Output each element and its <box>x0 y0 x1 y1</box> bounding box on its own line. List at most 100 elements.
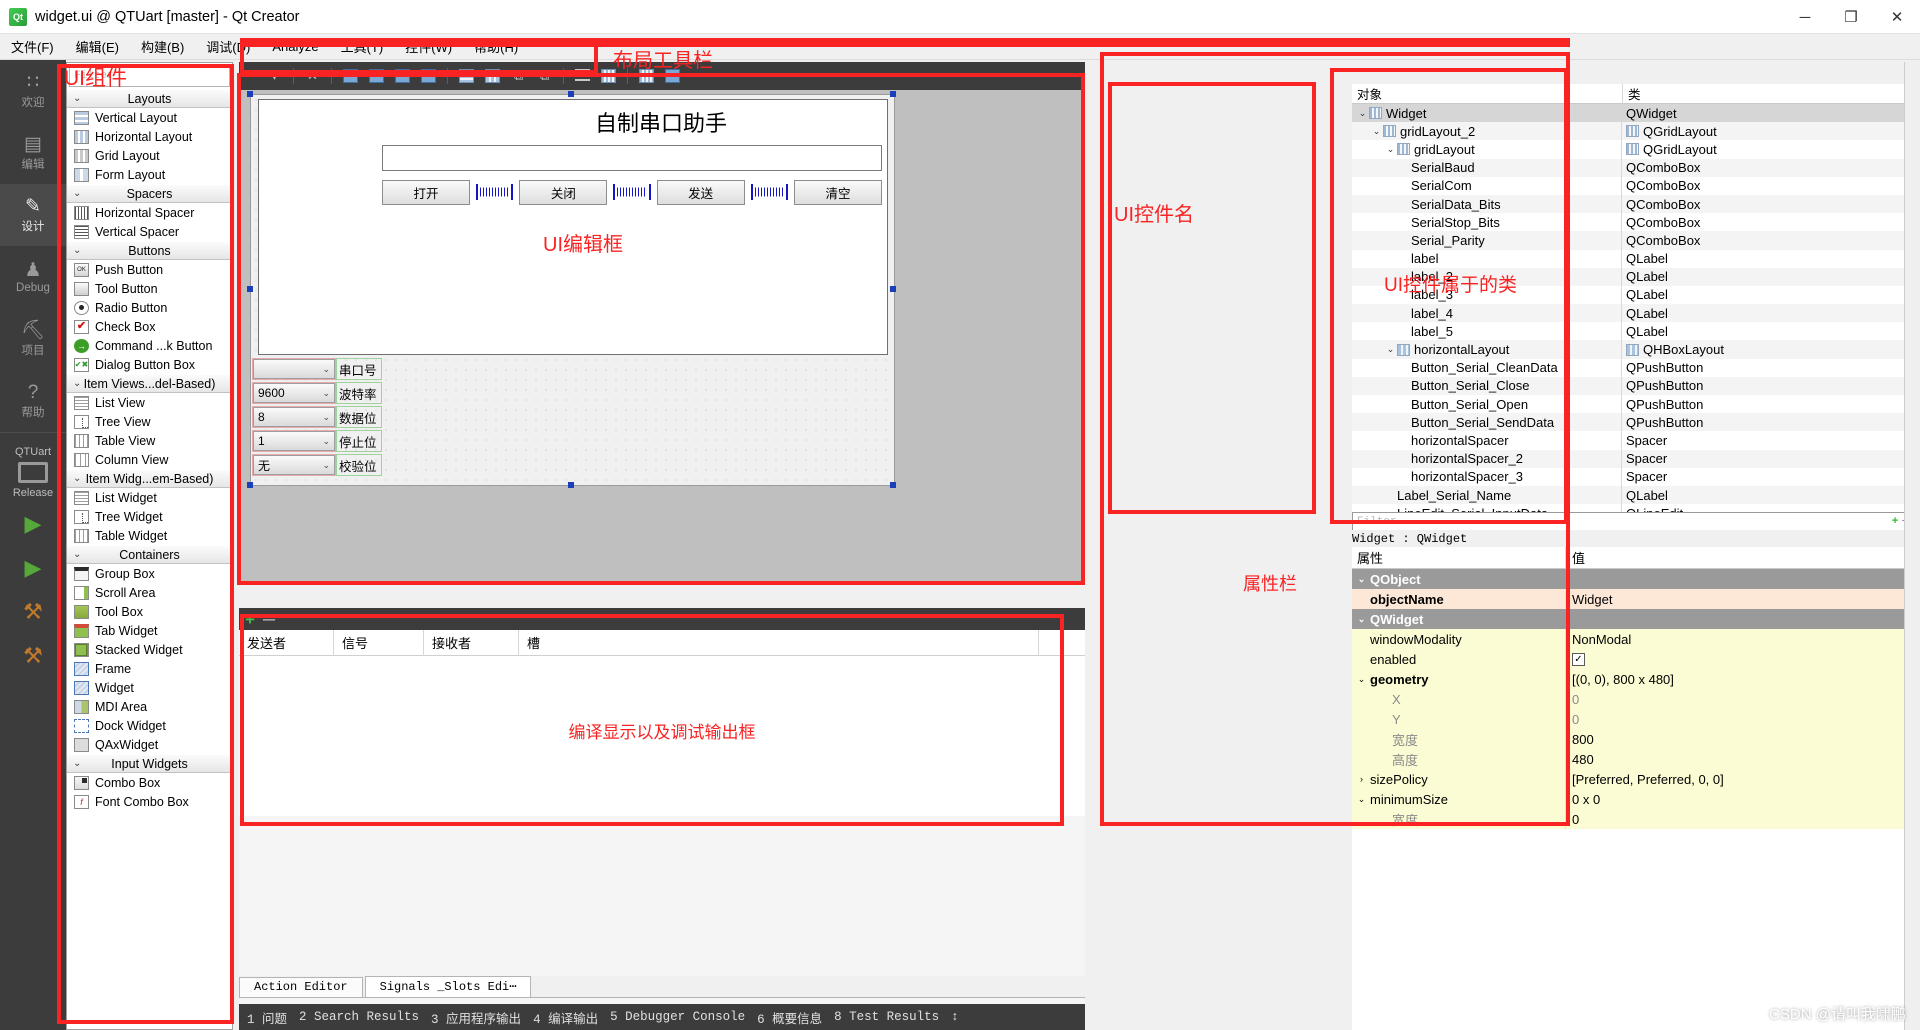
object-row-horizontalSpacer[interactable]: horizontalSpacer <box>1352 431 1621 449</box>
object-row-Label_Serial_Name[interactable]: Label_Serial_Name <box>1352 485 1621 505</box>
widget-item-stacked-widget[interactable]: Stacked Widget <box>67 640 232 659</box>
property-row-高度[interactable]: 高度 480 <box>1352 749 1914 769</box>
object-row-Button_Serial_CleanData[interactable]: Button_Serial_CleanData <box>1352 359 1621 377</box>
form-button-关闭[interactable]: 关闭 <box>519 179 608 205</box>
widget-group-Item Views...del-Based)[interactable]: ⌄ Item Views...del-Based) <box>67 374 232 393</box>
widget-group-Input Widgets[interactable]: ⌄ Input Widgets <box>67 754 232 773</box>
property-row-宽度[interactable]: 宽度 800 <box>1352 729 1914 749</box>
class-row-Button_Serial_SendData[interactable]: QPushButton <box>1622 413 1914 432</box>
widget-group-Item Widg...em-Based)[interactable]: ⌄ Item Widg...em-Based) <box>67 469 232 488</box>
maximize-button[interactable]: ❐ <box>1828 0 1874 34</box>
widget-item-form-layout[interactable]: Form Layout <box>67 165 232 184</box>
enabled-checkbox[interactable]: ✓ <box>1572 652 1585 666</box>
widget-item-dialog-button-box[interactable]: ✔✖ Dialog Button Box <box>67 355 232 374</box>
chevron-icon[interactable]: ⌄ <box>1356 794 1367 805</box>
menu-item-2[interactable]: 构建(B) <box>130 34 195 59</box>
widget-item-vertical-layout[interactable]: Vertical Layout <box>67 108 232 127</box>
object-row-gridLayout[interactable]: ⌄ gridLayout <box>1352 140 1621 158</box>
widget-item-tab-widget[interactable]: Tab Widget <box>67 621 232 640</box>
object-row-label_5[interactable]: label_5 <box>1352 322 1621 340</box>
form-editor-area[interactable]: ⌄ 串口号 9600 ⌄ 波特率 8 ⌄ 数据位 1 ⌄ 停止位无 ⌄ 校验位 自制串口助手 打开 关闭发… <box>239 90 1085 582</box>
property-row-Y[interactable]: Y0 <box>1352 709 1914 729</box>
property-row-windowModality[interactable]: windowModality NonModal <box>1352 629 1914 649</box>
lay-out-vertically-splitter-icon[interactable]: ⧉ <box>533 66 556 87</box>
widget-item-radio-button[interactable]: Radio Button <box>67 298 232 317</box>
form-button-清空[interactable]: 清空 <box>793 179 882 205</box>
class-row-Button_Serial_CleanData[interactable]: QPushButton <box>1622 359 1914 377</box>
menu-item-0[interactable]: 文件(F) <box>0 34 65 59</box>
right-scrollbar[interactable] <box>1904 62 1918 1030</box>
form-button-发送[interactable]: 发送 <box>656 179 745 205</box>
class-row-gridLayout_2[interactable]: QGridLayout <box>1622 122 1914 141</box>
class-row-Serial_Parity[interactable]: QComboBox <box>1622 231 1914 250</box>
class-row-horizontalSpacer[interactable]: Spacer <box>1622 431 1914 449</box>
form-combo-3[interactable]: 1 ⌄ <box>252 430 336 452</box>
mode-Debug[interactable]: ♟ Debug <box>0 246 66 308</box>
object-row-Button_Serial_SendData[interactable]: Button_Serial_SendData <box>1352 413 1621 432</box>
class-row-label[interactable]: QLabel <box>1622 250 1914 268</box>
widget-item-combo-box[interactable]: Combo Box <box>67 773 232 792</box>
signals-column-2[interactable]: 接收者 <box>424 629 519 656</box>
widget-item-dock-widget[interactable]: Dock Widget <box>67 716 232 735</box>
widget-item-tool-button[interactable]: Tool Button <box>67 279 232 298</box>
class-row-label_2[interactable]: QLabel <box>1622 267 1914 286</box>
widget-item-list-view[interactable]: List View <box>67 393 232 412</box>
bottom-tab-1[interactable]: Signals _Slots Edi⋯ <box>364 976 532 997</box>
kit-selector[interactable]: QTUart Release <box>0 432 66 499</box>
widget-item-list-widget[interactable]: List Widget <box>67 488 232 507</box>
object-row-SerialStop_Bits[interactable]: SerialStop_Bits <box>1352 213 1621 231</box>
object-row-gridLayout_2[interactable]: ⌄ gridLayout_2 <box>1352 122 1621 141</box>
property-row-宽度[interactable]: 宽度 0 <box>1352 809 1914 829</box>
run-button[interactable]: ▶ <box>0 502 66 546</box>
signals-column-3[interactable]: 槽 <box>519 629 1039 656</box>
dropdown-icon[interactable]: ▾ <box>263 66 286 87</box>
adjust-size-icon[interactable] <box>391 66 414 87</box>
bottom-panel-tabs[interactable]: Action Editor Signals _Slots Edi⋯ <box>239 976 1085 998</box>
class-row-horizontalSpacer_3[interactable]: Spacer <box>1622 468 1914 486</box>
output-pane-item-1[interactable]: 2 Search Results <box>299 1010 419 1024</box>
class-row-horizontalSpacer_2[interactable]: Spacer <box>1622 449 1914 468</box>
widget-item-column-view[interactable]: Column View <box>67 450 232 469</box>
chevron-down-icon[interactable]: ⌄ <box>1384 344 1397 355</box>
chevron-down-icon[interactable]: ⌄ <box>1356 108 1369 119</box>
output-pane-item-2[interactable]: 3 应用程序输出 <box>431 1008 521 1027</box>
mode-项目[interactable]: ⛏ 项目 <box>0 308 66 370</box>
widget-item-tree-view[interactable]: Tree View <box>67 412 232 431</box>
widget-item-table-view[interactable]: Table View <box>67 431 232 450</box>
form-input-lineedit[interactable] <box>382 145 882 171</box>
widget-item-widget[interactable]: Widget <box>67 678 232 697</box>
class-row-Widget[interactable]: QWidget <box>1622 104 1914 123</box>
widget-item-mdi-area[interactable]: MDI Area <box>67 697 232 716</box>
chevron-down-icon[interactable]: ⌄ <box>1370 126 1383 137</box>
object-row-SerialCom[interactable]: SerialCom <box>1352 177 1621 195</box>
chevron-icon[interactable]: › <box>1356 774 1367 784</box>
lay-out-vertically-icon[interactable] <box>481 66 504 87</box>
widget-item-command-k-button[interactable]: → Command ...k Button <box>67 336 232 355</box>
class-row-SerialCom[interactable]: QComboBox <box>1622 177 1914 195</box>
chevron-down-icon[interactable]: ⌄ <box>1384 144 1397 155</box>
object-row-SerialData_Bits[interactable]: SerialData_Bits <box>1352 194 1621 214</box>
mode-帮助[interactable]: ? 帮助 <box>0 370 66 432</box>
signals-slots-table-body[interactable]: 编译显示以及调试输出框 <box>239 656 1085 816</box>
object-row-label[interactable]: label <box>1352 250 1621 268</box>
form-canvas[interactable]: ⌄ 串口号 9600 ⌄ 波特率 8 ⌄ 数据位 1 ⌄ 停止位无 ⌄ 校验位 自制串口助手 打开 关闭发… <box>250 94 895 486</box>
class-row-label_3[interactable]: QLabel <box>1622 286 1914 304</box>
mode-欢迎[interactable]: ∷ 欢迎 <box>0 60 66 122</box>
signals-column-1[interactable]: 信号 <box>334 629 424 656</box>
form-layout-icon[interactable] <box>571 66 594 87</box>
object-row-label_4[interactable]: label_4 <box>1352 304 1621 323</box>
signals-column-0[interactable]: 发送者 <box>239 629 334 656</box>
class-row-SerialData_Bits[interactable]: QComboBox <box>1622 194 1914 214</box>
class-row-label_5[interactable]: QLabel <box>1622 322 1914 340</box>
add-connection-button[interactable]: + <box>245 611 255 628</box>
object-row-Serial_Parity[interactable]: Serial_Parity <box>1352 231 1621 250</box>
mode-编辑[interactable]: ▤ 编辑 <box>0 122 66 184</box>
send-to-back-icon[interactable] <box>339 66 362 87</box>
object-class-column[interactable]: QWidget QGridLayout QGridLayout QComboBox QC… <box>1622 104 1914 532</box>
lay-out-horizontally-splitter-icon[interactable]: ⧉ <box>507 66 530 87</box>
class-row-SerialStop_Bits[interactable]: QComboBox <box>1622 213 1914 231</box>
chevron-icon[interactable]: ⌄ <box>1356 574 1367 585</box>
break-layout-icon[interactable]: ✕ <box>301 66 324 87</box>
object-row-Button_Serial_Close[interactable]: Button_Serial_Close <box>1352 376 1621 395</box>
remove-connection-button[interactable]: ─ <box>263 611 275 628</box>
